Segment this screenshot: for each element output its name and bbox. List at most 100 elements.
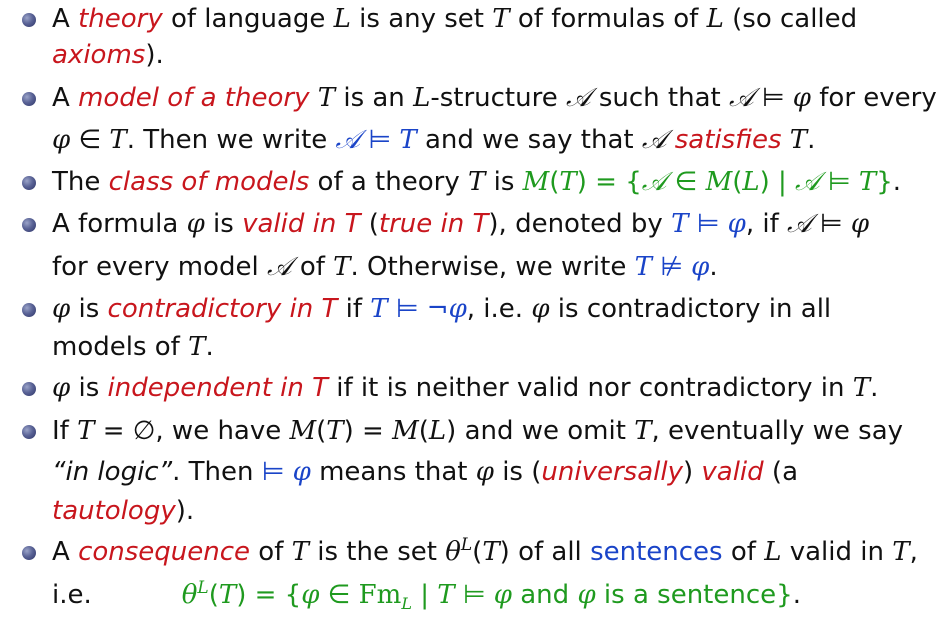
math-symbol: φ xyxy=(531,294,550,324)
bullet-icon xyxy=(22,176,36,190)
emphasized-term: valid in T xyxy=(242,209,361,239)
slide: A theory of language L is any set T of f… xyxy=(0,0,947,630)
math-symbol: T xyxy=(326,416,344,446)
math-symbol: 𝒜 xyxy=(266,252,292,282)
math-symbol: T xyxy=(437,580,455,610)
math-symbol: 𝒜 xyxy=(728,83,754,113)
bullet-icon xyxy=(22,13,36,27)
text-line: φ is independent in T if it is neither v… xyxy=(52,373,879,403)
math-symbol: T xyxy=(789,125,808,155)
math-symbol: L xyxy=(742,167,760,197)
text-line: “in logic”. Then ⊨ φ means that φ is (un… xyxy=(52,457,799,487)
math-symbol: φ xyxy=(577,580,596,610)
text-line: The class of models of a theory T is M(T… xyxy=(52,167,901,197)
emphasized-term: tautology xyxy=(52,496,176,526)
math-symbol: φ xyxy=(691,252,710,282)
math-symbol: φ xyxy=(448,294,467,324)
math-symbol: 𝒜 xyxy=(795,167,820,197)
math-symbol: T xyxy=(399,125,417,155)
text-line: A consequence of T is the set θL(T) of a… xyxy=(52,535,918,567)
text-line: for every model 𝒜 of T. Otherwise, we wr… xyxy=(52,252,718,282)
superscript: L xyxy=(197,578,209,598)
math-symbol: L xyxy=(413,83,431,113)
text-line: tautology). xyxy=(52,496,195,526)
math-symbol: M xyxy=(392,416,419,446)
notation: T ⊭ φ xyxy=(634,252,710,282)
math-symbol: T xyxy=(671,209,689,239)
math-symbol: φ xyxy=(301,580,320,610)
quoted-phrase: “in logic” xyxy=(52,457,173,487)
math-symbol: T xyxy=(317,83,336,113)
text-line: i.e. θL(T) = {φ ∈ FmL | T ⊨ φ and φ is a … xyxy=(52,578,801,613)
bullet-icon xyxy=(22,303,36,317)
definition-formula: M(T) = {𝒜 ∈ M(L) | 𝒜 ⊨ T} xyxy=(522,167,893,197)
math-symbol: φ xyxy=(792,83,811,113)
math-symbol: L xyxy=(333,4,351,34)
emphasized-term: universally xyxy=(541,457,683,487)
bullet-icon xyxy=(22,425,36,439)
subscript: L xyxy=(401,594,412,613)
math-symbol: T xyxy=(77,416,95,446)
notation: T ⊨ φ xyxy=(671,209,746,239)
math-symbol: 𝒜 xyxy=(565,83,591,113)
emphasized-term: contradictory in T xyxy=(107,294,338,324)
math-symbol: T xyxy=(333,252,351,282)
math-symbol: T xyxy=(370,294,388,324)
notation: sentences xyxy=(590,537,723,567)
emphasized-term: axioms xyxy=(52,40,146,70)
emphasized-term: satisfies xyxy=(674,125,782,155)
math-symbol: T xyxy=(492,4,510,34)
math-symbol: θ xyxy=(445,537,461,567)
math-symbol: φ xyxy=(493,580,512,610)
text-line: A model of a theory T is an L-structure … xyxy=(52,83,937,113)
math-symbol: M xyxy=(705,167,733,197)
math-symbol: φ xyxy=(52,294,71,324)
math-symbol: T xyxy=(188,332,206,362)
math-symbol: T xyxy=(634,416,652,446)
math-symbol: T xyxy=(559,167,577,197)
math-operator: Fm xyxy=(358,580,402,610)
text-line: φ is contradictory in T if T ⊨ ¬φ, i.e. … xyxy=(52,294,832,324)
text-line: If T = ∅, we have M(T) = M(L) and we omi… xyxy=(52,416,904,446)
math-symbol: θ xyxy=(181,580,198,610)
text-line: models of T. xyxy=(52,332,214,362)
text-line: axioms). xyxy=(52,40,164,70)
emphasized-term: consequence xyxy=(78,537,251,567)
math-symbol: M xyxy=(289,416,317,446)
emphasized-term: independent in T xyxy=(107,373,328,403)
emphasized-term: valid xyxy=(701,457,764,487)
text-line: A theory of language L is any set T of f… xyxy=(52,4,858,34)
notation: 𝒜 ⊨ T xyxy=(335,125,417,155)
math-symbol: φ xyxy=(186,209,205,239)
emphasized-term: model of a theory xyxy=(78,83,310,113)
math-symbol: L xyxy=(764,537,782,567)
math-symbol: T xyxy=(858,167,877,197)
emphasized-term: theory xyxy=(78,4,163,34)
math-symbol: T xyxy=(634,252,652,282)
math-symbol: T xyxy=(482,537,500,567)
superscript: L xyxy=(460,535,473,555)
math-symbol: 𝒜 xyxy=(787,209,812,239)
bullet-icon xyxy=(22,92,36,106)
notation: ⊨ φ xyxy=(261,457,311,487)
definition-formula: θL(T) = {φ ∈ FmL | T ⊨ φ and φ is a sent… xyxy=(181,578,793,613)
bullet-icon xyxy=(22,546,36,560)
math-symbol: φ xyxy=(727,209,746,239)
math-symbol: 𝒜 xyxy=(641,125,667,155)
text-line: A formula φ is valid in T (true in T), d… xyxy=(52,209,870,239)
bullet-icon xyxy=(22,218,36,232)
math-symbol: 𝒜 xyxy=(641,167,667,197)
math-symbol: φ xyxy=(475,457,494,487)
emphasized-term: true in T xyxy=(378,209,489,239)
bullet-icon xyxy=(22,382,36,396)
math-symbol: φ xyxy=(850,209,870,239)
math-symbol: φ xyxy=(52,125,71,155)
emphasized-term: class of models xyxy=(108,167,310,197)
math-symbol: φ xyxy=(52,373,71,403)
math-symbol: T xyxy=(892,537,910,567)
math-symbol: T xyxy=(218,580,237,610)
math-symbol: M xyxy=(522,167,550,197)
math-symbol: T xyxy=(109,125,127,155)
math-symbol: φ xyxy=(292,457,311,487)
math-symbol: T xyxy=(467,167,486,197)
